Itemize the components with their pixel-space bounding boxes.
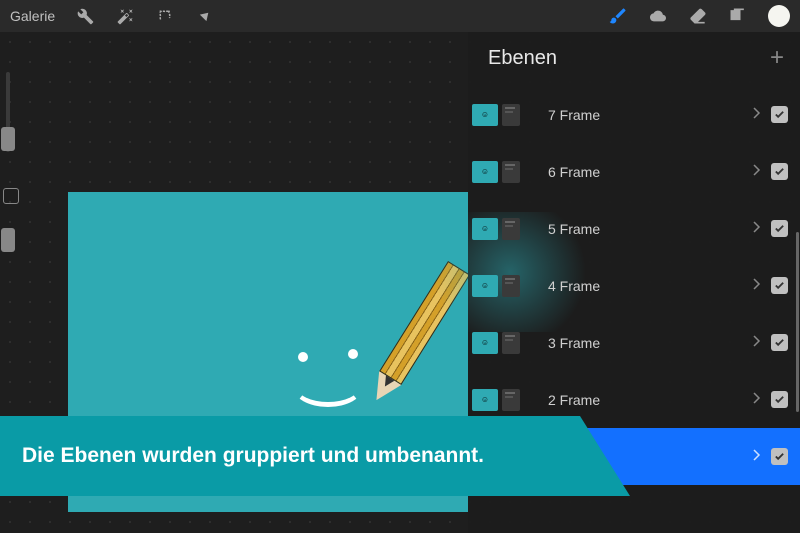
layer-thumb-icon xyxy=(502,161,520,183)
layer-row[interactable]: ☺ 4 Frame xyxy=(468,257,800,314)
layer-thumbnails: ☺ xyxy=(472,161,530,183)
drawing-smile xyxy=(293,367,363,407)
eraser-icon[interactable] xyxy=(688,6,708,26)
top-toolbar: Galerie xyxy=(0,0,800,32)
add-layer-button[interactable]: + xyxy=(770,44,784,72)
chevron-right-icon[interactable] xyxy=(743,106,771,124)
layer-name-label: 2 Frame xyxy=(530,392,743,408)
wrench-icon[interactable] xyxy=(75,6,95,26)
layer-thumb-icon: ☺ xyxy=(472,389,498,411)
scrollbar[interactable] xyxy=(796,232,799,412)
layer-name-label: 7 Frame xyxy=(530,107,743,123)
layer-thumbnails: ☺ xyxy=(472,275,530,297)
layer-row[interactable]: ☺ 5 Frame xyxy=(468,200,800,257)
layer-thumb-icon xyxy=(502,389,520,411)
layers-header: Ebenen + xyxy=(468,32,800,86)
left-sliders xyxy=(0,72,18,248)
visibility-checkbox[interactable] xyxy=(771,220,788,237)
caption-banner: Die Ebenen wurden gruppiert und umbenann… xyxy=(0,416,580,496)
toolbar-right xyxy=(608,5,790,27)
wand-icon[interactable] xyxy=(115,6,135,26)
layer-thumbnails: ☺ xyxy=(472,389,530,411)
layer-thumb-icon: ☺ xyxy=(472,218,498,240)
layer-thumb-icon: ☺ xyxy=(472,104,498,126)
caption-text: Die Ebenen wurden gruppiert und umbenann… xyxy=(22,444,484,468)
toolbar-left: Galerie xyxy=(10,6,215,26)
layer-row[interactable]: ☺ 3 Frame xyxy=(468,314,800,371)
gallery-button[interactable]: Galerie xyxy=(10,8,55,24)
layers-title: Ebenen xyxy=(488,47,557,70)
layer-thumb-icon xyxy=(502,104,520,126)
layer-thumb-icon: ☺ xyxy=(472,332,498,354)
modify-button[interactable] xyxy=(3,188,19,204)
drawing-eye xyxy=(348,349,358,359)
brush-icon[interactable] xyxy=(608,6,628,26)
brush-size-slider[interactable] xyxy=(6,72,10,152)
arrow-icon[interactable] xyxy=(195,6,215,26)
visibility-checkbox[interactable] xyxy=(771,106,788,123)
chevron-right-icon[interactable] xyxy=(743,277,771,295)
drawing-eye xyxy=(298,352,308,362)
color-picker[interactable] xyxy=(768,5,790,27)
layer-thumb-icon xyxy=(502,275,520,297)
layer-name-label: 6 Frame xyxy=(530,164,743,180)
layer-row[interactable]: ☺ 6 Frame xyxy=(468,143,800,200)
visibility-checkbox[interactable] xyxy=(771,448,788,465)
layers-icon[interactable] xyxy=(728,6,748,26)
layer-name-label: 5 Frame xyxy=(530,221,743,237)
chevron-right-icon[interactable] xyxy=(743,391,771,409)
chevron-right-icon[interactable] xyxy=(743,334,771,352)
visibility-checkbox[interactable] xyxy=(771,334,788,351)
layer-thumb-icon: ☺ xyxy=(472,161,498,183)
layer-name-label: 3 Frame xyxy=(530,335,743,351)
chevron-right-icon[interactable] xyxy=(743,163,771,181)
layer-thumbnails: ☺ xyxy=(472,332,530,354)
visibility-checkbox[interactable] xyxy=(771,277,788,294)
selection-icon[interactable] xyxy=(155,6,175,26)
pencil-graphic xyxy=(358,261,468,419)
layer-name-label: 4 Frame xyxy=(530,278,743,294)
layer-row[interactable]: ☺ 7 Frame xyxy=(468,86,800,143)
opacity-slider[interactable] xyxy=(6,228,10,248)
layer-thumb-icon: ☺ xyxy=(472,275,498,297)
layer-thumb-icon xyxy=(502,218,520,240)
visibility-checkbox[interactable] xyxy=(771,391,788,408)
chevron-right-icon[interactable] xyxy=(743,448,771,466)
layer-thumbnails: ☺ xyxy=(472,218,530,240)
visibility-checkbox[interactable] xyxy=(771,163,788,180)
workspace: Ebenen + ☺ 7 Frame ☺ 6 Frame ☺ 5 Frame ☺ xyxy=(0,32,800,533)
layer-thumb-icon xyxy=(502,332,520,354)
layer-thumbnails: ☺ xyxy=(472,104,530,126)
smudge-icon[interactable] xyxy=(648,6,668,26)
chevron-right-icon[interactable] xyxy=(743,220,771,238)
